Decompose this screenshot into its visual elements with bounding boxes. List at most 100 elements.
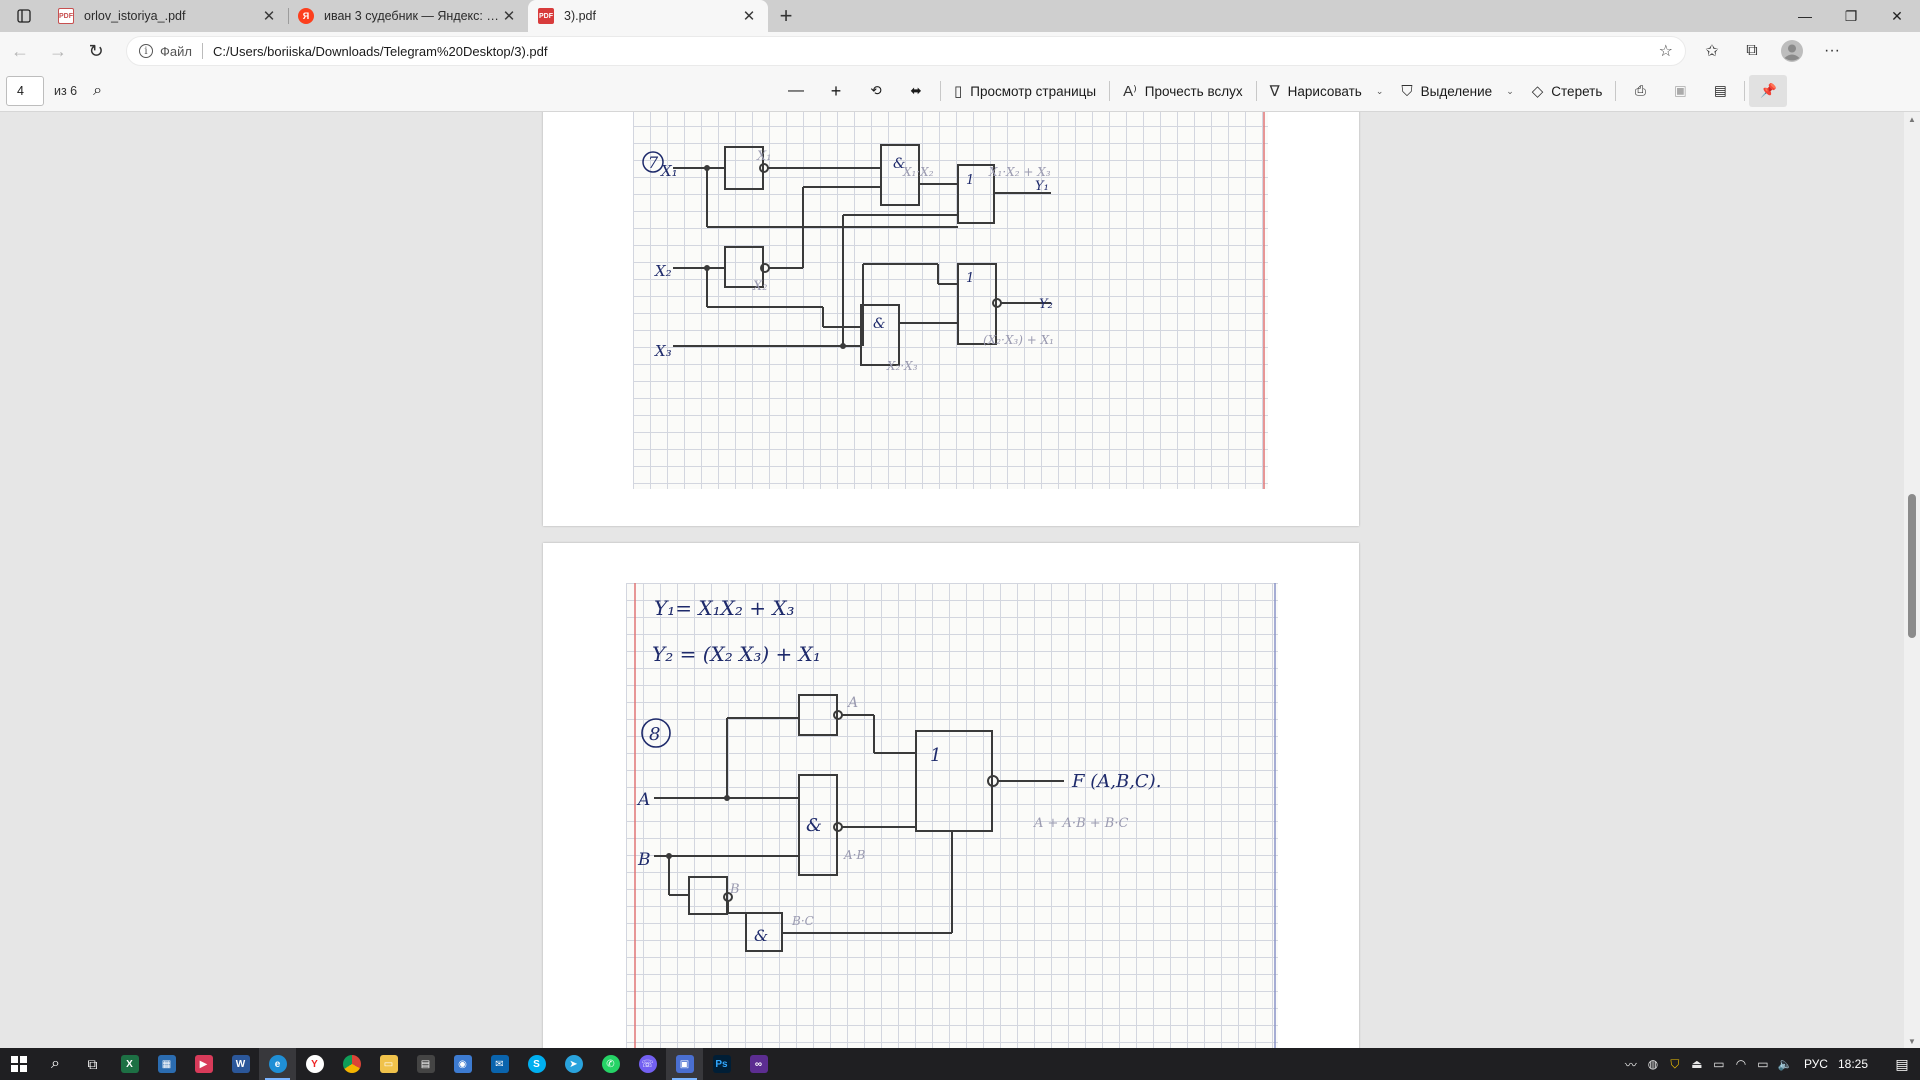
favorites-button[interactable]: ✩ bbox=[1692, 35, 1732, 67]
erase-button[interactable]: ◇ Стереть bbox=[1523, 75, 1612, 107]
viber-icon[interactable]: ☏ bbox=[629, 1048, 666, 1080]
battery-icon[interactable]: ▭ bbox=[1752, 1057, 1774, 1071]
task-view-icon[interactable]: ⧉ bbox=[74, 1048, 111, 1080]
calculator-icon[interactable]: ▦ bbox=[148, 1048, 185, 1080]
skype-icon[interactable]: S bbox=[518, 1048, 555, 1080]
tab-active-pdf[interactable]: PDF 3).pdf ✕ bbox=[528, 0, 768, 32]
tab-strip: PDF orlov_istoriya_.pdf ✕ Я иван 3 судеб… bbox=[0, 0, 1920, 32]
chevron-down-icon[interactable]: ⌄ bbox=[1376, 86, 1384, 97]
search-icon[interactable]: ⌕ bbox=[93, 82, 102, 100]
scroll-down-icon[interactable]: ▼ bbox=[1904, 1034, 1920, 1048]
usb-icon[interactable]: ⏏ bbox=[1686, 1057, 1708, 1071]
presentation-icon[interactable]: ▶ bbox=[185, 1048, 222, 1080]
camera-icon[interactable]: ◉ bbox=[444, 1048, 481, 1080]
zoom-in-button[interactable]: + bbox=[816, 75, 856, 107]
tab-title: orlov_istoriya_.pdf bbox=[84, 9, 186, 23]
output-label-y2: Y₂ bbox=[1039, 297, 1053, 312]
profile-button[interactable] bbox=[1772, 35, 1812, 67]
system-tray: 〰 ◍ ⛉ ⏏ ▭ ◠ ▭ 🔈 РУС 18:25 ▤ bbox=[1620, 1048, 1920, 1080]
label-not-b: B bbox=[729, 882, 740, 897]
network-activity-icon[interactable]: 〰 bbox=[1620, 1056, 1642, 1073]
language-indicator[interactable]: РУС bbox=[1804, 1057, 1828, 1071]
save-button[interactable]: ▣ bbox=[1660, 75, 1700, 107]
save-as-icon: ▤ bbox=[1713, 83, 1727, 98]
forward-button[interactable]: → bbox=[40, 35, 76, 67]
tab-orlov[interactable]: PDF orlov_istoriya_.pdf ✕ bbox=[48, 0, 288, 32]
close-window-button[interactable]: ✕ bbox=[1874, 0, 1920, 32]
pdf-viewport[interactable]: 7 X₁ X₂ X₃ X₁ X₂ & & 1 1 X₁·X₂ X₁·X₂ + X… bbox=[0, 112, 1904, 1048]
pdf-file-icon: PDF bbox=[538, 8, 554, 24]
collections-button[interactable]: ⧉ bbox=[1732, 35, 1772, 67]
draw-button[interactable]: ∇ Нарисовать ⌄ bbox=[1261, 75, 1393, 107]
address-bar[interactable]: i Файл C:/Users/boriiska/Downloads/Teleg… bbox=[126, 36, 1686, 66]
tab-yandex[interactable]: Я иван 3 судебник — Яндекс: наш ✕ bbox=[288, 0, 528, 32]
arrow-right-icon: → bbox=[49, 40, 67, 61]
wifi-icon[interactable]: ◠ bbox=[1730, 1057, 1752, 1071]
erase-label: Стереть bbox=[1551, 83, 1603, 99]
page-view-button[interactable]: ▯ Просмотр страницы bbox=[945, 75, 1105, 107]
refresh-button[interactable]: ↻ bbox=[78, 35, 114, 67]
mail-icon[interactable]: ✉ bbox=[481, 1048, 518, 1080]
add-favorite-icon[interactable]: ☆ bbox=[1659, 41, 1673, 61]
new-tab-button[interactable]: + bbox=[768, 0, 804, 32]
file-explorer-icon[interactable]: ▭ bbox=[370, 1048, 407, 1080]
close-icon[interactable]: ✕ bbox=[500, 7, 518, 25]
input-label-x3: X₃ bbox=[654, 342, 672, 360]
scrollbar-thumb[interactable] bbox=[1908, 494, 1916, 638]
fit-page-button[interactable]: ⬌ bbox=[896, 75, 936, 107]
label-and1: X₁·X₂ bbox=[902, 165, 934, 179]
zoom-out-button[interactable]: — bbox=[776, 75, 816, 107]
settings-menu-button[interactable]: ··· bbox=[1812, 35, 1852, 67]
read-aloud-button[interactable]: A⁾ Прочесть вслух bbox=[1114, 75, 1252, 107]
highlighter-icon: ⛉ bbox=[1401, 82, 1413, 100]
search-icon[interactable]: ⌕ bbox=[37, 1048, 74, 1080]
chevron-down-icon[interactable]: ⌄ bbox=[1506, 86, 1514, 97]
yandex-browser-icon[interactable]: Y bbox=[296, 1048, 333, 1080]
print-button[interactable]: ⎙ bbox=[1620, 75, 1660, 107]
calculator-app-icon[interactable]: ▤ bbox=[407, 1048, 444, 1080]
output-formula: A + A·B + B·C bbox=[1033, 816, 1128, 831]
favorites-icon: ✩ bbox=[1705, 43, 1719, 60]
output-label-y1: Y₁ bbox=[1035, 179, 1049, 194]
tab-actions-button[interactable] bbox=[0, 0, 48, 32]
display-icon[interactable]: ▭ bbox=[1708, 1057, 1730, 1071]
chrome-icon[interactable] bbox=[333, 1048, 370, 1080]
refresh-icon: ↻ bbox=[88, 40, 104, 61]
minimize-button[interactable]: — bbox=[1782, 0, 1828, 32]
pin-toolbar-button[interactable]: 📌 bbox=[1749, 75, 1788, 107]
edge-icon[interactable]: e bbox=[259, 1048, 296, 1080]
collections-icon: ⧉ bbox=[1746, 42, 1758, 59]
volume-icon[interactable]: 🔈 bbox=[1774, 1057, 1796, 1071]
back-button[interactable]: ← bbox=[2, 35, 38, 67]
notification-icon[interactable]: ▤ bbox=[1884, 1056, 1920, 1073]
restore-button[interactable]: ❐ bbox=[1828, 0, 1874, 32]
whatsapp-icon[interactable]: ✆ bbox=[592, 1048, 629, 1080]
save-as-button[interactable]: ▤ bbox=[1700, 75, 1740, 107]
label-or2: (X₂·X₃) + X₁ bbox=[983, 333, 1054, 347]
formula-y1: Y₁= X₁X₂ + X₃ bbox=[654, 596, 795, 620]
vertical-scrollbar[interactable]: ▲ ▼ bbox=[1904, 112, 1920, 1048]
visual-studio-icon[interactable]: ∞ bbox=[740, 1048, 777, 1080]
excel-icon[interactable]: X bbox=[111, 1048, 148, 1080]
tab-title: иван 3 судебник — Яндекс: наш bbox=[324, 9, 500, 23]
scroll-up-icon[interactable]: ▲ bbox=[1904, 112, 1920, 126]
yandex-icon: Я bbox=[298, 8, 314, 24]
windows-start-icon[interactable] bbox=[0, 1048, 37, 1080]
shield-icon[interactable]: ⛉ bbox=[1664, 1057, 1686, 1072]
highlight-button[interactable]: ⛉ Выделение ⌄ bbox=[1392, 75, 1522, 107]
page-number-input[interactable]: 4 bbox=[6, 75, 44, 106]
word-icon[interactable]: W bbox=[222, 1048, 259, 1080]
photoshop-icon[interactable]: Ps bbox=[703, 1048, 740, 1080]
close-icon[interactable]: ✕ bbox=[740, 7, 758, 25]
url-text[interactable]: C:/Users/boriiska/Downloads/Telegram%20D… bbox=[213, 44, 1659, 59]
plus-icon: + bbox=[779, 3, 793, 28]
globe-icon[interactable]: ◍ bbox=[1642, 1057, 1664, 1071]
rotate-button[interactable]: ⟲ bbox=[856, 75, 896, 107]
telegram-icon[interactable]: ➤ bbox=[555, 1048, 592, 1080]
close-icon[interactable]: ✕ bbox=[260, 7, 278, 25]
circuit-drawing: Y₁= X₁X₂ + X₃ Y₂ = (X₂ X₃) + X₁ 8 A B A … bbox=[636, 596, 1161, 952]
pdf-page: 7 X₁ X₂ X₃ X₁ X₂ & & 1 1 X₁·X₂ X₁·X₂ + X… bbox=[543, 112, 1359, 526]
clock[interactable]: 18:25 bbox=[1838, 1057, 1868, 1071]
save-app-icon[interactable]: ▣ bbox=[666, 1048, 703, 1080]
info-icon[interactable]: i bbox=[139, 44, 153, 58]
